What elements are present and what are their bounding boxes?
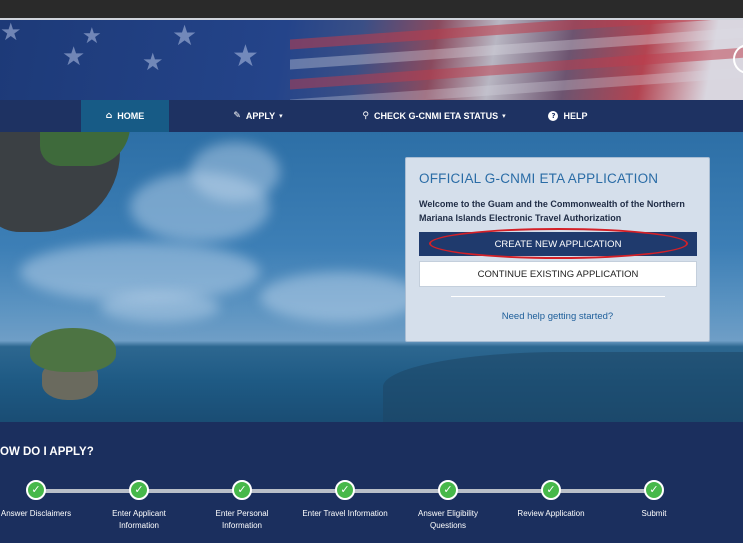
window-top-strip: [0, 0, 743, 20]
step-label: Answer Eligibility Questions: [417, 509, 479, 530]
cloud: [100, 292, 220, 322]
check-icon: ✓: [644, 480, 664, 500]
step-enter-applicant-information: ✓ Enter Applicant Information: [84, 480, 194, 532]
step-label: Enter Personal Information: [215, 509, 269, 530]
step-label: Enter Travel Information: [302, 509, 388, 518]
help-icon: ?: [548, 111, 559, 121]
star-icon: ★: [82, 24, 102, 49]
step-label: Answer Disclaimers: [0, 509, 72, 518]
step-answer-disclaimers: ✓ Answer Disclaimers: [0, 480, 91, 520]
step-label: Review Application: [517, 509, 585, 518]
check-icon: ✓: [335, 480, 355, 500]
star-icon: ★: [232, 39, 259, 74]
nav-check-status[interactable]: ⚲ CHECK G-CNMI ETA STATUS ▾: [350, 100, 518, 132]
section-title: OW DO I APPLY?: [0, 446, 94, 458]
create-new-application-button[interactable]: CREATE NEW APPLICATION: [419, 232, 697, 256]
check-icon: ✓: [541, 480, 561, 500]
check-icon: ✓: [26, 480, 46, 500]
check-icon: ✓: [438, 480, 458, 500]
nav-help[interactable]: ? HELP: [536, 100, 600, 132]
flag-banner: ★ ★ ★ ★ ★ ★: [0, 20, 743, 100]
caret-down-icon: ▾: [279, 112, 283, 120]
nav-home-label: HOME: [117, 111, 145, 121]
home-icon: ⌂: [105, 111, 113, 121]
cloud: [190, 142, 280, 202]
star-icon: ★: [142, 48, 164, 76]
step-enter-personal-information: ✓ Enter Personal Information: [187, 480, 297, 532]
panel-divider: [451, 296, 665, 297]
nav-check-status-label: CHECK G-CNMI ETA STATUS: [373, 111, 499, 121]
cloud: [260, 272, 420, 322]
nav-apply-label: APPLY: [245, 111, 276, 121]
search-icon: ⚲: [362, 111, 369, 121]
pencil-icon: ✎: [233, 111, 241, 121]
caret-down-icon: ▾: [502, 112, 506, 120]
welcome-text: Welcome to the Guam and the Commonwealth…: [419, 199, 685, 223]
step-submit: ✓ Submit: [599, 480, 709, 520]
help-getting-started-link[interactable]: Need help getting started?: [406, 311, 709, 322]
check-icon: ✓: [232, 480, 252, 500]
island-vegetation: [30, 328, 116, 372]
nav-apply[interactable]: ✎ APPLY ▾: [218, 100, 298, 132]
application-panel: OFFICIAL G-CNMI ETA APPLICATION Welcome …: [405, 157, 710, 342]
nav-help-label: HELP: [563, 111, 588, 121]
main-navbar: ⌂ HOME ✎ APPLY ▾ ⚲ CHECK G-CNMI ETA STAT…: [0, 100, 743, 132]
star-icon: ★: [0, 20, 22, 46]
step-enter-travel-information: ✓ Enter Travel Information: [290, 480, 400, 520]
panel-title: OFFICIAL G-CNMI ETA APPLICATION: [419, 171, 659, 186]
step-label: Enter Applicant Information: [112, 509, 166, 530]
nav-home[interactable]: ⌂ HOME: [81, 100, 169, 132]
step-answer-eligibility-questions: ✓ Answer Eligibility Questions: [393, 480, 503, 532]
step-label: Submit: [641, 509, 667, 518]
how-to-apply-section: OW DO I APPLY? ✓ Answer Disclaimers ✓ En…: [0, 422, 743, 543]
star-icon: ★: [172, 20, 198, 52]
continue-existing-application-button[interactable]: CONTINUE EXISTING APPLICATION: [419, 261, 697, 287]
shoreline: [383, 352, 743, 422]
check-icon: ✓: [129, 480, 149, 500]
step-review-application: ✓ Review Application: [496, 480, 606, 520]
